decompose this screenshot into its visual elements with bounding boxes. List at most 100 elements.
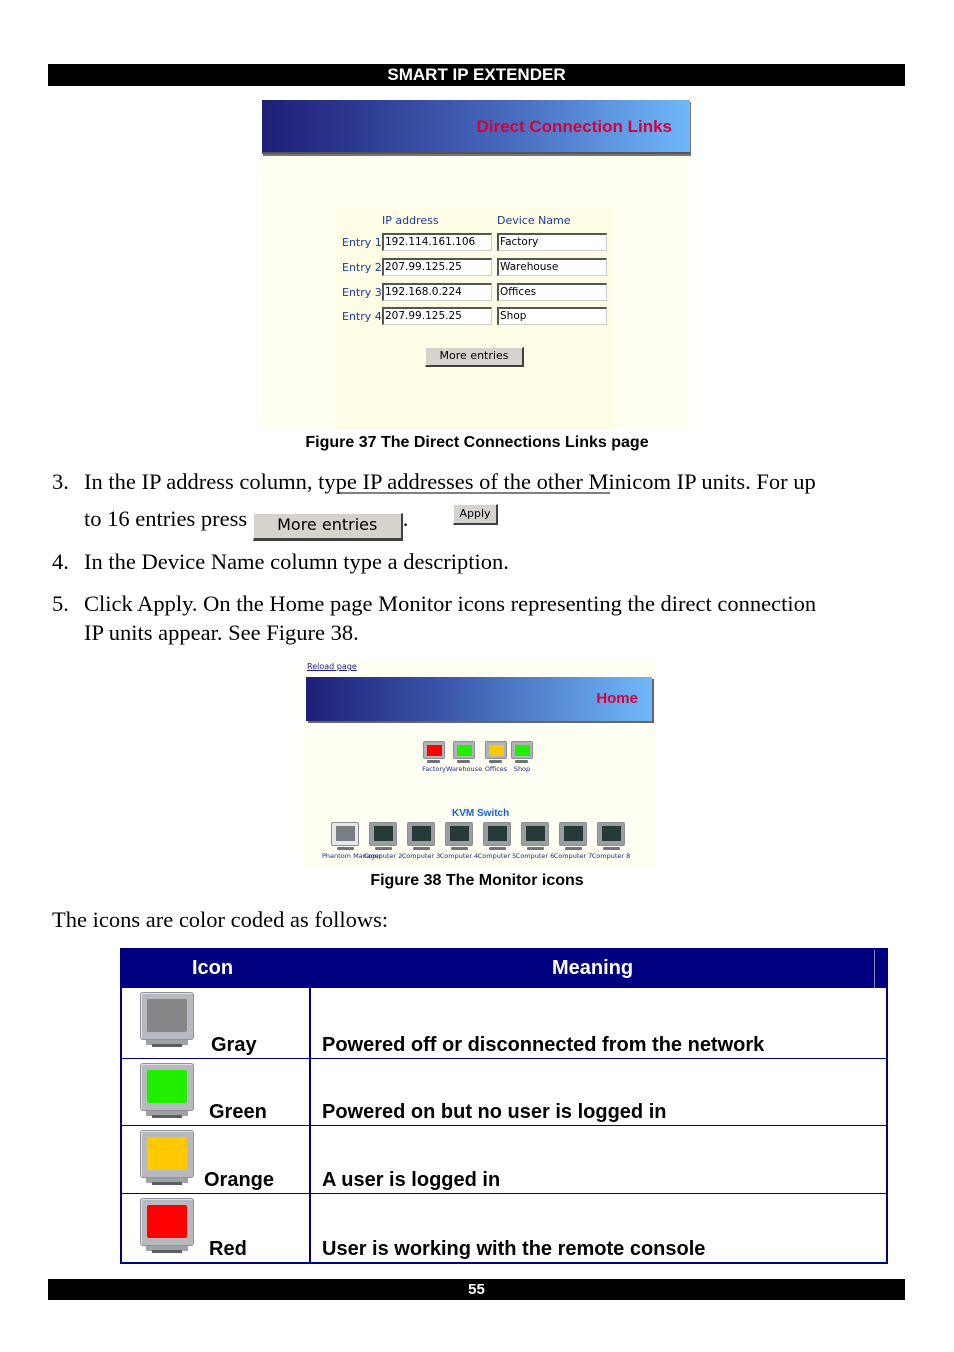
monitor-screen xyxy=(450,826,469,841)
ip-address-field[interactable]: 192.168.0.224 xyxy=(382,283,492,301)
monitor-screen xyxy=(564,826,583,841)
monitor-screen xyxy=(336,826,355,841)
home-banner: Home xyxy=(306,677,652,721)
meaning-text: A user is logged in xyxy=(322,1169,501,1191)
table-row: Orange A user is logged in xyxy=(120,1126,888,1194)
monitor-stand xyxy=(489,760,502,763)
step-text: Click Apply. On the Home page Monitor ic… xyxy=(84,591,817,616)
figure-37-caption: Figure 37 The Direct Connections Links p… xyxy=(305,434,649,451)
monitor-screen xyxy=(488,826,507,841)
color-name: Orange xyxy=(204,1169,275,1191)
reload-page-link[interactable]: Reload page xyxy=(307,662,357,671)
device-name-field[interactable]: Warehouse xyxy=(497,258,607,276)
monitor-stand xyxy=(413,847,430,850)
monitor-frame xyxy=(369,822,397,846)
step-text-line2: IP units appear. See Figure 38. xyxy=(84,620,359,645)
header-separator xyxy=(874,950,875,988)
monitor-screen xyxy=(602,826,621,841)
monitor-frame xyxy=(521,822,549,846)
entry-label: Entry 2 xyxy=(342,261,382,274)
ip-address-field[interactable]: 207.99.125.25 xyxy=(382,307,492,325)
icon-legend-table: Icon Meaning Gray Powered off or disconne… xyxy=(120,948,888,1264)
monitor-stand xyxy=(427,760,440,763)
meaning-text: Powered on but no user is logged in xyxy=(322,1101,667,1123)
step-text: In the IP address column, type IP addres… xyxy=(84,469,816,494)
intro-text: The icons are color coded as follows: xyxy=(52,907,389,932)
monitor-frame xyxy=(483,822,511,846)
ip-address-field[interactable]: 207.99.125.25 xyxy=(382,258,492,276)
table-row: Gray Powered off or disconnected from the… xyxy=(120,988,888,1059)
figure-38-monitor-icons: Reload page Home Factory Warehouse Offices… xyxy=(302,660,656,870)
monitor-screen xyxy=(489,745,504,756)
page-number: 55 xyxy=(468,1281,485,1298)
monitor-stand xyxy=(457,760,470,763)
entry-row: Entry 2 207.99.125.25 Warehouse xyxy=(336,258,614,278)
monitor-stand xyxy=(565,847,582,850)
step-number: 5. xyxy=(52,591,69,616)
monitor-screen xyxy=(457,745,472,756)
column-divider xyxy=(309,988,311,1058)
table-row: Green Powered on but no user is logged in xyxy=(120,1059,888,1126)
step-number: 3. xyxy=(52,469,69,494)
monitor-frame xyxy=(445,822,473,846)
device-name-field[interactable]: Offices xyxy=(497,283,607,301)
figure-38-caption: Figure 38 The Monitor icons xyxy=(370,872,584,889)
color-name: Gray xyxy=(211,1034,257,1056)
monitor-frame xyxy=(407,822,435,846)
red-monitor-icon xyxy=(136,1198,198,1262)
connection-form: IP address Device Name Entry 1 192.114.1… xyxy=(336,208,614,525)
monitor-frame xyxy=(559,822,587,846)
meaning-text: User is working with the remote console xyxy=(322,1238,706,1260)
gray-monitor-icon xyxy=(136,992,198,1056)
entry-row: Entry 4 207.99.125.25 Shop xyxy=(336,307,614,327)
device-name-field[interactable]: Shop xyxy=(497,307,607,325)
monitor-screen xyxy=(526,826,545,841)
entry-row: Entry 1 192.114.161.106 Factory xyxy=(336,233,614,253)
color-name: Red xyxy=(209,1238,247,1260)
step-text: In the Device Name column type a descrip… xyxy=(84,549,509,574)
monitor-stand xyxy=(337,847,354,850)
ip-address-field[interactable]: 192.114.161.106 xyxy=(382,233,492,251)
banner-title: Direct Connection Links xyxy=(476,117,672,136)
table-row: Red User is working with the remote conso… xyxy=(120,1194,888,1264)
monitor-screen xyxy=(374,826,393,841)
column-divider xyxy=(309,1194,311,1262)
monitor-frame xyxy=(597,822,625,846)
monitor-stand xyxy=(489,847,506,850)
step-text-end: . xyxy=(402,506,409,531)
step-text-line2: to 16 entries press More entries. xyxy=(84,504,408,541)
monitor-stand xyxy=(515,760,528,763)
monitor-label: Shop xyxy=(513,765,531,773)
color-name: Green xyxy=(209,1101,267,1123)
monitor-stand xyxy=(527,847,544,850)
page-banner: Direct Connection Links xyxy=(262,100,690,154)
more-entries-inline-button: More entries xyxy=(252,513,403,541)
device-name-column-header: Device Name xyxy=(497,214,571,227)
ip-address-column-header: IP address xyxy=(382,214,439,227)
column-divider xyxy=(309,1059,311,1125)
entry-label: Entry 3 xyxy=(342,286,382,299)
step-text: to 16 entries press xyxy=(84,506,248,531)
more-entries-button[interactable]: More entries xyxy=(425,347,524,367)
meaning-column-header: Meaning xyxy=(552,957,634,979)
monitor-frame xyxy=(511,741,533,759)
device-name-field[interactable]: Factory xyxy=(497,233,607,251)
document-header: SMART IP EXTENDER xyxy=(48,64,905,86)
document-footer: 55 xyxy=(48,1279,905,1300)
document-title: SMART IP EXTENDER xyxy=(387,65,566,84)
green-monitor-icon xyxy=(136,1063,198,1127)
kvm-switch-title: KVM Switch xyxy=(452,808,510,819)
figure-37-direct-connection-links: Direct Connection Links IP address Devic… xyxy=(262,100,690,525)
monitor-screen xyxy=(412,826,431,841)
monitor-frame xyxy=(331,822,359,846)
entry-label: Entry 4 xyxy=(342,310,382,323)
home-title: Home xyxy=(596,690,638,707)
table-header: Icon Meaning xyxy=(120,948,888,988)
monitor-stand xyxy=(451,847,468,850)
monitor-stand xyxy=(375,847,392,850)
monitor-frame xyxy=(485,741,507,759)
apply-button[interactable]: Apply xyxy=(453,504,498,525)
column-divider xyxy=(309,1126,311,1193)
monitor-label: Computer 8 xyxy=(591,852,631,860)
step-number: 4. xyxy=(52,549,69,574)
